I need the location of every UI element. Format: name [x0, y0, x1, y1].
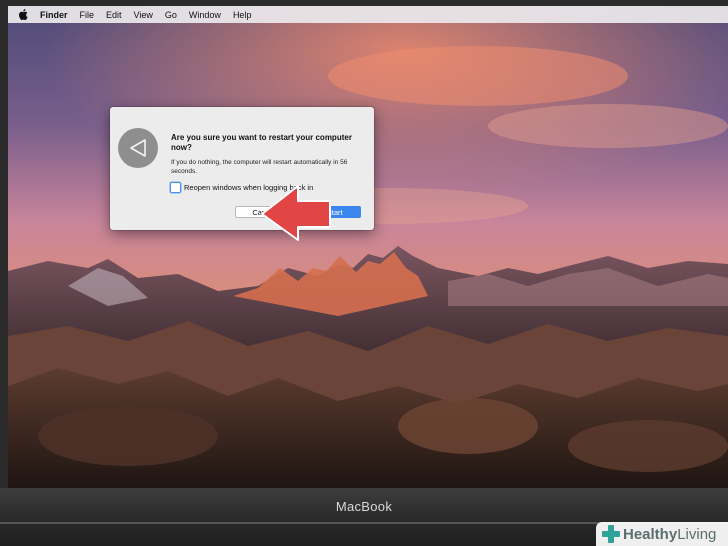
watermark-brand-2: Living — [677, 525, 717, 543]
menu-go[interactable]: Go — [165, 10, 177, 20]
menu-help[interactable]: Help — [233, 10, 252, 20]
menu-bar: Finder File Edit View Go Window Help — [8, 6, 728, 23]
restart-dialog: Are you sure you want to restart your co… — [110, 107, 374, 230]
desktop-screen: Finder File Edit View Go Window Help Are… — [8, 6, 728, 488]
apple-icon[interactable] — [18, 9, 28, 20]
dialog-title: Are you sure you want to restart your co… — [171, 133, 352, 152]
watermark: Healthy Living — [596, 522, 728, 546]
menu-view[interactable]: View — [134, 10, 153, 20]
menu-window[interactable]: Window — [189, 10, 221, 20]
dialog-message: If you do nothing, the computer will res… — [171, 159, 348, 175]
device-label: MacBook — [335, 499, 393, 514]
plus-logo-icon — [602, 525, 620, 543]
watermark-brand: Healthy — [623, 525, 678, 543]
reopen-windows-checkbox[interactable] — [170, 182, 181, 193]
menu-finder[interactable]: Finder — [40, 10, 68, 20]
wallpaper-sierra — [8, 6, 728, 488]
restart-icon — [118, 128, 158, 168]
menu-file[interactable]: File — [80, 10, 95, 20]
menu-edit[interactable]: Edit — [106, 10, 122, 20]
pointer-arrow-icon — [261, 185, 331, 241]
back-triangle-icon — [130, 139, 146, 157]
